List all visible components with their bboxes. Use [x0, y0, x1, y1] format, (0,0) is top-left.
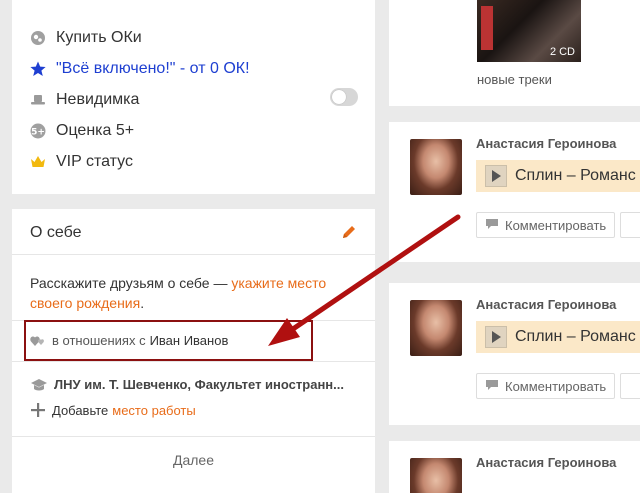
- share-button[interactable]: [620, 212, 640, 238]
- menu-item-all-inclusive[interactable]: "Всё включено!" - от 0 ОК!: [30, 57, 250, 81]
- music-player: Сплин – Романс: [476, 160, 640, 192]
- author-avatar[interactable]: [410, 458, 462, 493]
- toggle-knob: [332, 90, 346, 104]
- add-work-item[interactable]: Добавьте место работы: [30, 402, 196, 418]
- coins-icon: [30, 30, 46, 46]
- album-cover[interactable]: 2 CD: [477, 0, 581, 62]
- album-badge: 2 CD: [549, 46, 575, 58]
- divider: [12, 361, 375, 362]
- five-plus-icon: 5+: [30, 123, 46, 139]
- post-author[interactable]: Анастасия Героинова: [476, 297, 616, 312]
- annotation-highlight-box: [24, 320, 313, 361]
- menu-item-label: VIP статус: [56, 153, 133, 170]
- menu-item-label: Оценка 5+: [56, 122, 135, 139]
- comment-label: Комментировать: [505, 217, 607, 233]
- music-player: Сплин – Романс: [476, 321, 640, 353]
- divider: [12, 254, 375, 255]
- menu-item-vip[interactable]: VIP статус: [30, 150, 133, 174]
- about-prompt: Расскажите друзьям о себе — укажите мест…: [30, 273, 350, 313]
- add-work-prefix: Добавьте: [52, 402, 109, 418]
- menu-item-label: "Всё включено!" - от 0 ОК!: [56, 60, 250, 77]
- feed-post: Анастасия Героинова: [389, 441, 640, 493]
- post-author[interactable]: Анастасия Героинова: [476, 136, 616, 151]
- comment-button[interactable]: Комментировать: [476, 212, 616, 238]
- album-feed-item: 2 CD новые треки: [389, 0, 640, 106]
- author-avatar[interactable]: [410, 300, 462, 356]
- about-prompt-end: .: [140, 295, 145, 311]
- share-button[interactable]: [620, 373, 640, 399]
- divider: [12, 436, 375, 437]
- education-text: ЛНУ им. Т. Шевченко, Факультет иностранн…: [54, 377, 344, 392]
- comment-button[interactable]: Комментировать: [476, 373, 616, 399]
- menu-item-invisible[interactable]: Невидимка: [30, 88, 139, 112]
- svg-text:5+: 5+: [31, 128, 45, 138]
- hat-icon: [30, 92, 46, 108]
- about-card: О себе Расскажите друзьям о себе — укажи…: [12, 209, 375, 493]
- workplace-link[interactable]: место работы: [112, 403, 195, 418]
- cover-art-stroke: [481, 6, 493, 50]
- about-title: О себе: [30, 224, 82, 241]
- invisible-toggle[interactable]: [330, 88, 358, 106]
- plus-icon: [30, 402, 46, 418]
- play-button[interactable]: [485, 326, 507, 348]
- feed-post: Анастасия Героинова Сплин – Романс Комме…: [389, 283, 640, 425]
- author-avatar[interactable]: [410, 139, 462, 195]
- feed-post: Анастасия Героинова Сплин – Романс Комме…: [389, 122, 640, 262]
- crown-icon: [30, 154, 46, 170]
- comment-icon: [485, 218, 499, 233]
- track-title[interactable]: Сплин – Романс: [515, 167, 636, 185]
- star-icon: [30, 61, 46, 77]
- comment-label: Комментировать: [505, 378, 607, 394]
- menu-item-rating-five-plus[interactable]: 5+ Оценка 5+: [30, 119, 134, 143]
- play-button[interactable]: [485, 165, 507, 187]
- comment-icon: [485, 379, 499, 394]
- menu-item-label: Невидимка: [56, 91, 140, 108]
- services-menu: Купить ОКи "Всё включено!" - от 0 ОК! Не…: [12, 0, 375, 194]
- about-prompt-text: Расскажите друзьям о себе —: [30, 275, 232, 291]
- post-author[interactable]: Анастасия Героинова: [476, 455, 616, 470]
- graduation-cap-icon: [30, 378, 48, 392]
- menu-item-label: Купить ОКи: [56, 29, 142, 46]
- education-item[interactable]: ЛНУ им. Т. Шевченко, Факультет иностранн…: [30, 377, 370, 392]
- more-button[interactable]: Далее: [12, 452, 375, 468]
- pencil-icon[interactable]: [340, 223, 358, 241]
- new-tracks-label[interactable]: новые треки: [477, 72, 552, 87]
- menu-item-buy-oki[interactable]: Купить ОКи: [30, 26, 142, 50]
- track-title[interactable]: Сплин – Романс: [515, 328, 636, 346]
